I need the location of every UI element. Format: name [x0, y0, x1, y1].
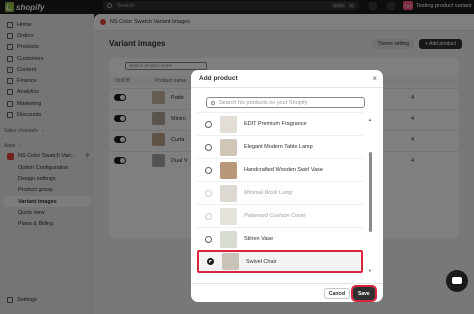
close-icon[interactable]: × — [372, 74, 377, 83]
product-name: Elegant Modern Table Lamp — [244, 144, 313, 150]
product-name: Handcrafted Wooden Swirl Vase — [244, 167, 323, 173]
list-item[interactable]: EDIT Premium Fragrance — [197, 112, 363, 135]
product-name: Stilren Vase — [244, 236, 274, 242]
product-image — [220, 230, 237, 248]
chat-icon[interactable] — [446, 270, 468, 292]
list-item: Patterned Cushion Cover — [197, 204, 363, 227]
cancel-button[interactable]: Cancel — [324, 288, 351, 299]
modal-footer: Cancel Save — [191, 283, 383, 302]
list-item[interactable]: Handcrafted Wooden Swirl Vase — [197, 158, 363, 181]
radio-button[interactable] — [205, 166, 212, 174]
modal-title: Add product — [199, 75, 238, 82]
product-name: EDIT Premium Fragrance — [244, 121, 307, 127]
scroll-up-arrow-icon[interactable]: ▲ — [368, 117, 372, 122]
product-name: Patterned Cushion Cover — [244, 213, 306, 219]
radio-button-selected[interactable] — [207, 258, 214, 265]
radio-button[interactable] — [205, 120, 212, 128]
add-product-modal: Add product × Search his products on you… — [191, 70, 383, 302]
scroll-down-arrow-icon[interactable]: ▼ — [368, 268, 372, 273]
product-image — [220, 207, 237, 225]
modal-search-placeholder: Search his products on your Shopify — [219, 99, 308, 106]
save-button[interactable]: Save — [351, 285, 377, 302]
modal-search-input[interactable]: Search his products on your Shopify — [206, 97, 365, 108]
product-image — [220, 115, 237, 133]
list-item[interactable]: Stilren Vase — [197, 227, 363, 250]
product-name: Minimal Work Lamp — [244, 190, 293, 196]
list-item-selected[interactable]: Swivel Chair — [197, 250, 363, 273]
product-name: Swivel Chair — [246, 258, 277, 265]
product-list: EDIT Premium Fragrance Elegant Modern Ta… — [197, 112, 363, 288]
radio-button[interactable] — [205, 143, 212, 151]
radio-button — [205, 212, 212, 220]
product-image — [220, 138, 237, 156]
product-image — [222, 253, 239, 270]
list-item: Minimal Work Lamp — [197, 181, 363, 204]
radio-button[interactable] — [205, 235, 212, 243]
list-item[interactable]: Elegant Modern Table Lamp — [197, 135, 363, 158]
product-image — [220, 161, 237, 179]
search-icon — [211, 100, 215, 105]
product-image — [220, 184, 237, 202]
modal-scrollbar[interactable] — [369, 152, 372, 232]
modal-header: Add product — [191, 70, 383, 88]
radio-button — [205, 189, 212, 197]
